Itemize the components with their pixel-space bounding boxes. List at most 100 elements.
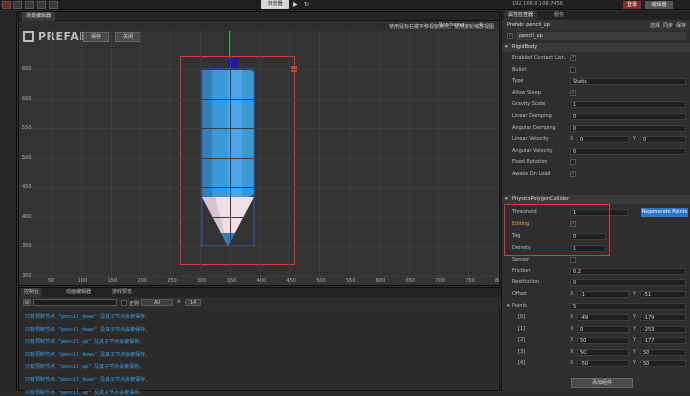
x-axis-label: X — [570, 291, 574, 297]
editor-button[interactable]: 编辑器 — [645, 1, 673, 9]
grid-line-vertical — [498, 31, 499, 285]
tab-game-preview[interactable]: 游戏预览 — [109, 288, 135, 297]
rigidbody-row-label: Fixed Rotation — [512, 159, 548, 166]
tab-scene-editor[interactable]: 场景编辑器 — [22, 12, 56, 21]
prefab-select-button[interactable]: 选择 — [650, 22, 660, 29]
offset-y-field[interactable]: -51 — [640, 291, 686, 298]
points-count-field[interactable]: 5 — [570, 303, 686, 310]
login-button[interactable]: 登录 — [623, 1, 641, 9]
clear-icon[interactable]: ⊘ — [23, 299, 31, 306]
collider-highlight-box — [504, 204, 610, 256]
grid-line-vertical — [408, 31, 410, 285]
scene-editor[interactable]: 场景编辑器 Rendering ⚙ 使用鼠标右键平移视窗焦点，使用滚轮缩放视图 … — [18, 11, 500, 286]
prefab-sync-button[interactable]: 同步 — [663, 22, 673, 29]
rigidbody-checkbox[interactable]: ✓ — [570, 89, 576, 96]
x-tick-label: 550 — [346, 278, 356, 284]
x-tick-label: 350 — [226, 278, 237, 284]
rigidbody-field[interactable]: 1 — [570, 101, 686, 109]
record-button[interactable] — [2, 1, 11, 9]
font-size-value: 14 — [189, 300, 197, 306]
sensor-checkbox[interactable] — [570, 257, 576, 263]
log-level-select[interactable]: All — [141, 299, 173, 306]
point-y-field[interactable]: -179 — [640, 314, 686, 321]
point-x-field[interactable]: 50 — [577, 337, 629, 344]
log-line: 只有预制节点 "pencil_down" 及其子节点会被保存。 — [25, 314, 151, 320]
grid-line-vertical — [378, 31, 380, 285]
restitution-field[interactable]: 0 — [570, 279, 686, 286]
y-tick-label: 400 — [22, 213, 32, 220]
tab-services[interactable]: 服务 — [550, 11, 568, 20]
y-tick-label: 350 — [22, 243, 32, 249]
preview-browser-select[interactable]: 浏览器 — [261, 0, 289, 9]
close-button[interactable]: 关闭 — [115, 32, 141, 42]
rigidbody-row-label: Angular Velocity — [512, 147, 553, 154]
node-name-field[interactable]: pencil_up — [516, 32, 686, 40]
rigidbody-row-label: Angular Damping — [512, 124, 556, 131]
prefab-save-button[interactable]: 保存 — [676, 22, 686, 29]
tab-console[interactable]: 控制台 — [21, 288, 43, 297]
rotate-tool-button[interactable] — [25, 1, 34, 9]
grid-line-vertical — [51, 31, 52, 285]
rigidbody-checkbox[interactable]: ✓ — [570, 55, 576, 61]
point-y-field[interactable]: -177 — [640, 337, 686, 344]
x-axis-label: X — [570, 337, 574, 343]
section-rigidbody[interactable]: ▾ RigidBody — [502, 43, 690, 52]
save-button[interactable]: 保存 — [83, 32, 109, 42]
font-size-select[interactable]: 14 — [185, 299, 201, 306]
point-x-field[interactable]: -49 — [577, 314, 629, 321]
scale-tool-button[interactable] — [37, 1, 46, 9]
rigidbody-checkbox[interactable] — [570, 66, 576, 73]
friction-field[interactable]: 0.2 — [570, 268, 686, 275]
tab-inspector[interactable]: 属性检查器 — [504, 11, 538, 20]
point-y-field[interactable]: 50 — [640, 348, 686, 356]
x-axis-label: X — [570, 136, 574, 143]
x-tick-label: 200 — [137, 278, 147, 284]
add-component-button[interactable]: 添加组件 — [571, 378, 633, 388]
rigidbody-field[interactable]: 0 — [570, 113, 686, 120]
rigidbody-field[interactable]: Static — [570, 78, 686, 86]
grid-line-vertical — [140, 31, 142, 285]
point-x-field[interactable]: -50 — [577, 360, 629, 367]
point-x-field[interactable]: 50 — [577, 348, 629, 356]
x-tick-label: 300 — [197, 278, 207, 284]
move-tool-button[interactable] — [13, 1, 22, 9]
grid-line-vertical — [110, 31, 112, 285]
y-axis-label: Y — [633, 136, 637, 143]
point-y-field[interactable]: 50 — [640, 360, 686, 367]
rigidbody-row-label: Enabled Contact List.. — [512, 55, 567, 61]
point-y-field[interactable]: -253 — [640, 325, 686, 333]
y-axis-label: Y — [633, 360, 637, 366]
offset-x-field[interactable]: -1 — [577, 291, 629, 298]
point-x-field[interactable]: 0 — [577, 325, 629, 333]
expand-arrow-icon[interactable]: ▾ — [507, 303, 510, 309]
refresh-icon[interactable]: ↻ — [304, 1, 312, 9]
rigidbody-field[interactable]: 0 — [570, 124, 686, 132]
collapse-arrow-icon[interactable]: ▾ — [505, 195, 508, 204]
y-axis-label: Y — [633, 314, 637, 320]
rigidbody-checkbox[interactable]: ✓ — [570, 171, 576, 177]
linear-velocity-y[interactable]: 0 — [640, 136, 686, 144]
prefab-bar: Prefab: pencil_up 选择 同步 保存 — [502, 20, 690, 30]
regex-label: 正则 — [129, 301, 140, 307]
tab-animation-editor[interactable]: 动画编辑器 — [63, 288, 94, 297]
points-label: Points — [512, 303, 528, 309]
rigidbody-field[interactable]: 0 — [570, 147, 686, 155]
x-tick-label: 500 — [316, 278, 326, 284]
rigidbody-checkbox[interactable] — [570, 159, 576, 166]
x-tick-label: 650 — [405, 278, 416, 284]
node-active-checkbox[interactable]: ✓ — [507, 33, 513, 39]
regex-checkbox[interactable] — [121, 300, 127, 306]
grid-line-vertical — [200, 31, 201, 285]
collapse-arrow-icon[interactable]: ▾ — [505, 43, 508, 52]
section-polygon-collider[interactable]: ▾ PhysicsPolygonCollider — [502, 195, 690, 204]
regenerate-points-button[interactable]: Regenerate Points — [641, 208, 688, 217]
x-axis-label: X — [570, 325, 574, 332]
rect-tool-button[interactable] — [49, 1, 58, 9]
prefab-logo: PREFAB — [23, 30, 88, 43]
play-icon[interactable]: ▶ — [293, 1, 301, 9]
log-line: 只有预制节点 "pencil_up" 及其子节点会被保存。 — [25, 389, 145, 396]
linear-velocity-x[interactable]: 0 — [577, 136, 629, 144]
grid-line-vertical — [170, 31, 172, 285]
x-axis-label: X — [570, 348, 574, 355]
console-search-input[interactable] — [33, 299, 117, 306]
